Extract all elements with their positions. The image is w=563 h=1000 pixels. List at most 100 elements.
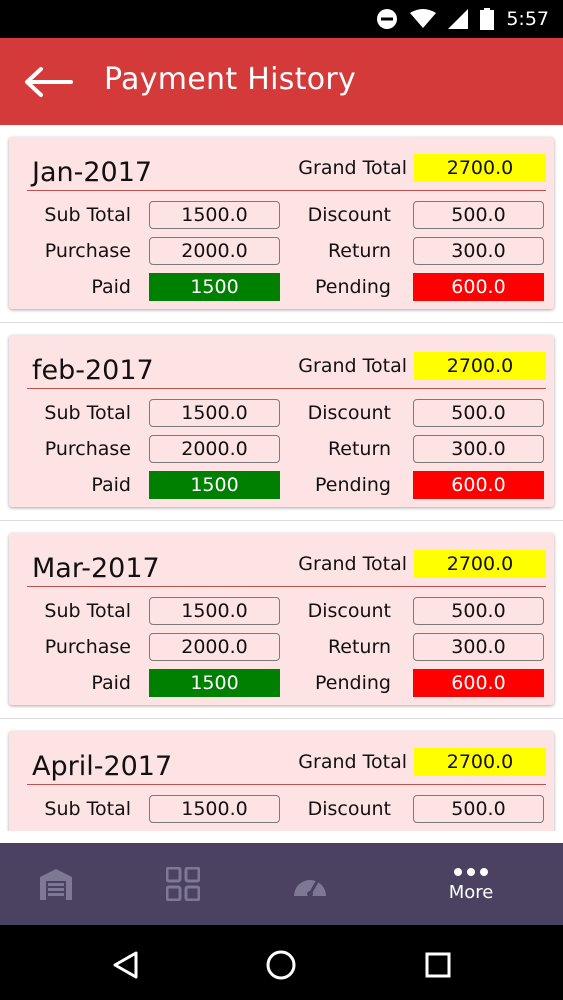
- paid-value: 1500: [149, 471, 280, 499]
- cell-signal-icon: [448, 9, 469, 29]
- square-recents-icon: [425, 952, 451, 978]
- row-paid-pending: Paid 1500 Pending 600.0: [9, 273, 554, 301]
- discount-label: Discount: [307, 600, 391, 622]
- nav-item-grid[interactable]: [113, 843, 253, 925]
- row-purchase-return: Purchase 2000.0 Return 300.0: [9, 633, 554, 661]
- sub-total-value: 1500.0: [149, 399, 280, 427]
- divider: [27, 388, 546, 389]
- divider: [27, 784, 546, 785]
- purchase-label: Purchase: [44, 240, 131, 262]
- page-title: Payment History: [104, 62, 357, 97]
- row-purchase-return: Purchase 2000.0 Return 300.0: [9, 237, 554, 265]
- battery-icon: [480, 8, 495, 30]
- purchase-value: 2000.0: [149, 435, 280, 463]
- more-dots-icon: [454, 867, 488, 876]
- sub-total-label: Sub Total: [44, 204, 131, 226]
- status-time: 5:57: [506, 8, 549, 30]
- grand-total-label: Grand Total: [298, 553, 407, 575]
- discount-value: 500.0: [413, 399, 544, 427]
- list-item: April-2017 Grand Total 2700.0 Sub Total …: [0, 719, 563, 831]
- month-title: Jan-2017: [32, 157, 153, 188]
- purchase-value: 2000.0: [149, 633, 280, 661]
- app-bar: Payment History: [0, 38, 563, 125]
- row-subtotal-discount: Sub Total 1500.0 Discount 500.0: [9, 597, 554, 625]
- row-subtotal-discount: Sub Total 1500.0 Discount 500.0: [9, 201, 554, 229]
- sub-total-value: 1500.0: [149, 795, 280, 823]
- return-value: 300.0: [413, 435, 544, 463]
- paid-value: 1500: [149, 669, 280, 697]
- purchase-label: Purchase: [44, 438, 131, 460]
- paid-label: Paid: [91, 672, 131, 694]
- list-item: Mar-2017 Grand Total 2700.0 Sub Total 15…: [0, 521, 563, 719]
- row-subtotal-discount: Sub Total 1500.0 Discount 500.0: [9, 399, 554, 427]
- month-title: Mar-2017: [32, 553, 160, 584]
- grand-total-label: Grand Total: [298, 355, 407, 377]
- return-label: Return: [327, 438, 391, 460]
- sub-total-value: 1500.0: [149, 597, 280, 625]
- nav-item-dashboard[interactable]: [240, 843, 380, 925]
- list-item: Jan-2017 Grand Total 2700.0 Sub Total 15…: [0, 125, 563, 323]
- grand-total-label: Grand Total: [298, 751, 407, 773]
- pending-value: 600.0: [413, 669, 544, 697]
- month-card[interactable]: April-2017 Grand Total 2700.0 Sub Total …: [9, 731, 554, 831]
- arrow-left-icon: [25, 67, 73, 97]
- row-purchase-return: Purchase 2000.0 Return 300.0: [9, 435, 554, 463]
- discount-value: 500.0: [413, 201, 544, 229]
- paid-label: Paid: [91, 276, 131, 298]
- speedometer-icon: [294, 878, 326, 897]
- month-title: April-2017: [32, 751, 173, 782]
- bottom-navigation: More: [0, 843, 563, 925]
- grand-total-label: Grand Total: [298, 157, 407, 179]
- store-icon: [40, 869, 72, 900]
- nav-item-more[interactable]: More: [401, 843, 541, 925]
- sub-total-label: Sub Total: [44, 600, 131, 622]
- grand-total-value: 2700.0: [414, 748, 546, 776]
- row-paid-pending: Paid 1500 Pending 600.0: [9, 669, 554, 697]
- discount-value: 500.0: [413, 597, 544, 625]
- discount-label: Discount: [307, 798, 391, 820]
- paid-value: 1500: [149, 273, 280, 301]
- return-label: Return: [327, 240, 391, 262]
- purchase-value: 2000.0: [149, 237, 280, 265]
- pending-label: Pending: [315, 276, 391, 298]
- month-card[interactable]: Jan-2017 Grand Total 2700.0 Sub Total 15…: [9, 137, 554, 309]
- pending-value: 600.0: [413, 273, 544, 301]
- discount-label: Discount: [307, 204, 391, 226]
- nav-label-more: More: [448, 881, 494, 903]
- system-home-button[interactable]: [259, 943, 303, 987]
- payment-history-list[interactable]: Jan-2017 Grand Total 2700.0 Sub Total 15…: [0, 125, 563, 831]
- pending-label: Pending: [315, 474, 391, 496]
- list-item: feb-2017 Grand Total 2700.0 Sub Total 15…: [0, 323, 563, 521]
- grid-icon: [166, 867, 200, 901]
- system-back-button[interactable]: [103, 943, 147, 987]
- purchase-label: Purchase: [44, 636, 131, 658]
- circle-home-icon: [266, 950, 296, 980]
- month-card[interactable]: feb-2017 Grand Total 2700.0 Sub Total 15…: [9, 335, 554, 507]
- return-label: Return: [327, 636, 391, 658]
- grand-total-value: 2700.0: [414, 154, 546, 182]
- nav-item-store[interactable]: [0, 843, 126, 925]
- sub-total-value: 1500.0: [149, 201, 280, 229]
- return-value: 300.0: [413, 237, 544, 265]
- grand-total-value: 2700.0: [414, 352, 546, 380]
- sub-total-label: Sub Total: [44, 798, 131, 820]
- do-not-disturb-icon: [377, 9, 398, 29]
- divider: [27, 190, 546, 191]
- row-paid-pending: Paid 1500 Pending 600.0: [9, 471, 554, 499]
- back-button[interactable]: [18, 60, 78, 104]
- system-navigation-bar: [0, 925, 563, 1000]
- month-card[interactable]: Mar-2017 Grand Total 2700.0 Sub Total 15…: [9, 533, 554, 705]
- status-icons: 5:57: [376, 7, 549, 31]
- paid-label: Paid: [91, 474, 131, 496]
- sub-total-label: Sub Total: [44, 402, 131, 424]
- wifi-icon: [410, 9, 437, 28]
- grand-total-value: 2700.0: [414, 550, 546, 578]
- status-bar: 5:57: [0, 0, 563, 38]
- discount-value: 500.0: [413, 795, 544, 823]
- pending-value: 600.0: [413, 471, 544, 499]
- return-value: 300.0: [413, 633, 544, 661]
- triangle-back-icon: [113, 951, 138, 979]
- divider: [27, 586, 546, 587]
- system-recents-button[interactable]: [416, 943, 460, 987]
- row-subtotal-discount: Sub Total 1500.0 Discount 500.0: [9, 795, 554, 823]
